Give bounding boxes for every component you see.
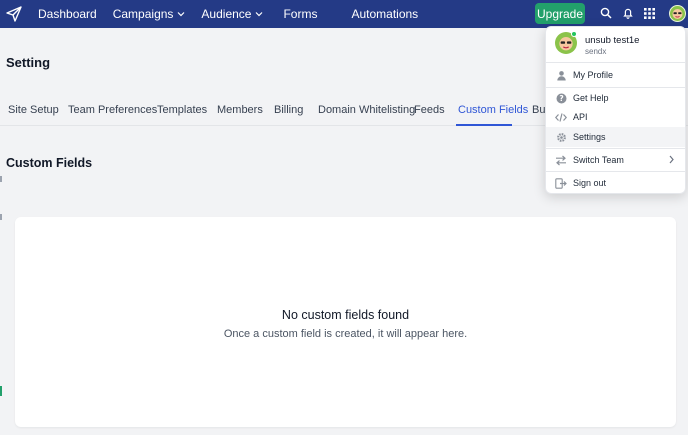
search-icon[interactable] [599, 6, 613, 20]
empty-state-title: No custom fields found [281, 308, 410, 322]
nav-audience-label: Audience [201, 7, 252, 21]
nav-campaigns-label: Campaigns [112, 7, 174, 21]
menu-item-sign-out[interactable]: Sign out [546, 173, 685, 193]
empty-state-subtitle: Once a custom field is created, it will … [223, 328, 468, 340]
active-tab-indicator [456, 124, 512, 126]
menu-divider [546, 171, 685, 172]
nav-automations-label: Automations [351, 7, 419, 21]
user-org: sendx [585, 47, 607, 56]
menu-item-label: Sign out [573, 178, 607, 188]
menu-item-label: Switch Team [573, 155, 624, 165]
tab-team-preferences[interactable]: Team Preferences [68, 104, 157, 116]
chevron-right-icon [668, 155, 675, 164]
online-status-dot [571, 31, 577, 37]
chevron-down-icon [177, 10, 185, 18]
nav-automations[interactable]: Automations [351, 7, 418, 21]
user-icon [554, 68, 568, 82]
gear-icon [554, 130, 568, 144]
sign-out-icon [554, 176, 568, 190]
tab-billing[interactable]: Billing [274, 104, 303, 116]
tab-domain-whitelisting[interactable]: Domain Whitelisting [318, 104, 415, 116]
svg-text:?: ? [559, 94, 563, 103]
tab-feeds[interactable]: Feeds [414, 104, 445, 116]
upgrade-button[interactable]: Upgrade [535, 3, 585, 24]
menu-item-label: My Profile [573, 70, 614, 80]
page-title: Setting [6, 55, 51, 70]
menu-item-switch-team[interactable]: Switch Team [546, 150, 685, 170]
user-menu-dropdown: unsub test1e sendx My Profile ? Get Help… [545, 26, 686, 194]
nav-dashboard[interactable]: Dashboard [38, 7, 97, 21]
menu-item-label: Settings [573, 132, 606, 142]
bell-icon[interactable] [621, 6, 635, 20]
tab-templates[interactable]: Templates [157, 104, 207, 116]
menu-item-get-help[interactable]: ? Get Help [546, 88, 685, 108]
edge-mark [0, 214, 2, 220]
menu-item-api[interactable]: API [546, 107, 685, 127]
user-menu-header: unsub test1e sendx [546, 27, 685, 63]
code-icon [554, 110, 568, 124]
nav-dashboard-label: Dashboard [38, 7, 97, 21]
empty-state-card: No custom fields found Once a custom fie… [15, 217, 676, 427]
top-navbar: Dashboard Campaigns Audience Forms Autom… [0, 0, 688, 28]
nav-campaigns[interactable]: Campaigns [113, 7, 186, 21]
avatar[interactable] [669, 5, 686, 22]
nav-audience[interactable]: Audience [201, 7, 263, 21]
edge-mark [0, 386, 2, 396]
logo-paper-plane-icon[interactable] [0, 0, 28, 28]
edge-mark [0, 176, 2, 182]
menu-item-label: Get Help [573, 93, 609, 103]
menu-divider [546, 148, 685, 149]
user-name: unsub test1e [585, 35, 640, 46]
section-title: Custom Fields [6, 156, 93, 170]
apps-grid-icon[interactable] [642, 6, 656, 20]
tab-members[interactable]: Members [217, 104, 263, 116]
avatar-face-icon [672, 9, 683, 19]
menu-item-my-profile[interactable]: My Profile [546, 65, 685, 85]
menu-item-settings[interactable]: Settings [546, 127, 685, 147]
tab-custom-fields[interactable]: Custom Fields [458, 104, 528, 116]
switch-icon [554, 153, 568, 167]
chevron-down-icon [255, 10, 263, 18]
nav-forms[interactable]: Forms [283, 7, 317, 21]
help-icon: ? [554, 91, 568, 105]
tab-site-setup[interactable]: Site Setup [8, 104, 59, 116]
menu-item-label: API [573, 112, 588, 122]
nav-forms-label: Forms [283, 7, 318, 21]
